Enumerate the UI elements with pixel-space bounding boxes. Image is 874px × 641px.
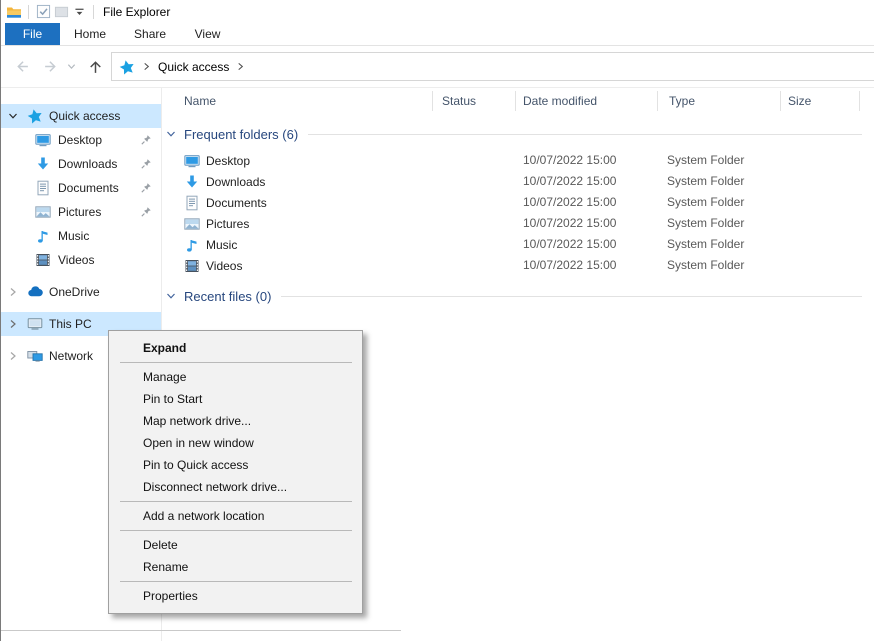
column-header-size[interactable]: Size xyxy=(788,94,811,108)
chevron-right-icon[interactable] xyxy=(8,287,18,297)
file-row-pictures[interactable]: Pictures 10/07/2022 15:00 System Folder xyxy=(162,213,874,234)
menu-separator xyxy=(120,501,352,502)
breadcrumb-chevron-icon[interactable] xyxy=(236,60,245,74)
address-bar[interactable]: Quick access xyxy=(111,52,874,81)
videos-icon xyxy=(35,252,51,268)
menu-item-open-in-new-window[interactable]: Open in new window xyxy=(109,432,362,454)
sidebar-item-downloads[interactable]: Downloads xyxy=(1,152,161,176)
window-bottom-edge xyxy=(1,630,401,631)
sidebar-item-quick-access[interactable]: Quick access xyxy=(1,104,161,128)
this-pc-icon xyxy=(27,316,43,332)
onedrive-icon xyxy=(27,284,43,300)
menu-item-properties[interactable]: Properties xyxy=(109,585,362,607)
tab-home[interactable]: Home xyxy=(60,23,120,45)
sidebar-item-videos[interactable]: Videos xyxy=(1,248,161,272)
window-title: File Explorer xyxy=(103,5,170,19)
tab-file[interactable]: File xyxy=(5,23,60,45)
tab-view[interactable]: View xyxy=(180,23,235,45)
chevron-down-icon[interactable] xyxy=(8,111,18,121)
group-header-recent-files[interactable]: Recent files (0) xyxy=(162,286,874,306)
pin-icon xyxy=(139,181,153,195)
file-row-videos[interactable]: Videos 10/07/2022 15:00 System Folder xyxy=(162,255,874,276)
tab-share[interactable]: Share xyxy=(120,23,180,45)
explorer-logo-icon xyxy=(5,3,23,21)
sidebar-item-documents[interactable]: Documents xyxy=(1,176,161,200)
properties-check-icon[interactable] xyxy=(34,3,52,21)
ribbon-tab-bar: File Home Share View xyxy=(1,23,874,46)
file-row-music[interactable]: Music 10/07/2022 15:00 System Folder xyxy=(162,234,874,255)
menu-item-map-network-drive[interactable]: Map network drive... xyxy=(109,410,362,432)
sidebar-item-onedrive[interactable]: OneDrive xyxy=(1,280,161,304)
column-resize-handle[interactable] xyxy=(432,91,433,111)
qat-dropdown-icon[interactable] xyxy=(70,3,88,21)
column-resize-handle[interactable] xyxy=(515,91,516,111)
pictures-icon xyxy=(184,216,200,232)
column-header-row: Name Status Date modified Type Size xyxy=(162,88,874,114)
menu-item-pin-to-quick-access[interactable]: Pin to Quick access xyxy=(109,454,362,476)
menu-item-expand[interactable]: Expand xyxy=(109,337,362,359)
back-arrow-icon[interactable] xyxy=(11,56,31,76)
menu-item-delete[interactable]: Delete xyxy=(109,534,362,556)
sidebar-item-pictures[interactable]: Pictures xyxy=(1,200,161,224)
pin-icon xyxy=(139,205,153,219)
up-arrow-icon[interactable] xyxy=(85,56,105,76)
pictures-icon xyxy=(35,204,51,220)
music-icon xyxy=(35,228,51,244)
column-header-date-modified[interactable]: Date modified xyxy=(523,94,597,108)
history-dropdown-icon[interactable] xyxy=(65,56,77,76)
menu-separator xyxy=(120,362,352,363)
quick-access-star-icon xyxy=(27,108,43,124)
menu-item-rename[interactable]: Rename xyxy=(109,556,362,578)
documents-icon xyxy=(35,180,51,196)
sidebar-item-music[interactable]: Music xyxy=(1,224,161,248)
chevron-down-icon xyxy=(166,291,176,301)
downloads-icon xyxy=(184,174,200,190)
column-resize-handle[interactable] xyxy=(657,91,658,111)
column-resize-handle[interactable] xyxy=(780,91,781,111)
group-rule xyxy=(308,134,862,135)
file-row-desktop[interactable]: Desktop 10/07/2022 15:00 System Folder xyxy=(162,150,874,171)
column-header-name[interactable]: Name xyxy=(184,94,216,108)
pin-icon xyxy=(139,157,153,171)
context-menu: Expand Manage Pin to Start Map network d… xyxy=(108,330,363,614)
chevron-right-icon[interactable] xyxy=(8,319,18,329)
column-header-type[interactable]: Type xyxy=(669,94,695,108)
documents-icon xyxy=(184,195,200,211)
file-explorer-window: File Explorer File Home Share View Quic xyxy=(0,0,874,641)
navigation-bar: Quick access xyxy=(1,46,874,88)
desktop-icon xyxy=(35,132,51,148)
breadcrumb-location[interactable]: Quick access xyxy=(158,60,229,74)
qat-separator xyxy=(93,5,94,19)
title-bar: File Explorer xyxy=(1,0,874,23)
pin-icon xyxy=(139,133,153,147)
sidebar-item-desktop[interactable]: Desktop xyxy=(1,128,161,152)
file-row-downloads[interactable]: Downloads 10/07/2022 15:00 System Folder xyxy=(162,171,874,192)
quick-access-star-icon xyxy=(119,59,135,75)
music-icon xyxy=(184,237,200,253)
qat-separator xyxy=(28,5,29,19)
menu-separator xyxy=(120,530,352,531)
menu-separator xyxy=(120,581,352,582)
chevron-down-icon xyxy=(166,129,176,139)
menu-item-manage[interactable]: Manage xyxy=(109,366,362,388)
frequent-folders-list: Desktop 10/07/2022 15:00 System Folder D… xyxy=(162,150,874,276)
group-header-frequent-folders[interactable]: Frequent folders (6) xyxy=(162,124,874,144)
new-folder-icon[interactable] xyxy=(52,3,70,21)
menu-item-disconnect-network-drive[interactable]: Disconnect network drive... xyxy=(109,476,362,498)
menu-item-add-a-network-location[interactable]: Add a network location xyxy=(109,505,362,527)
menu-item-pin-to-start[interactable]: Pin to Start xyxy=(109,388,362,410)
desktop-icon xyxy=(184,153,200,169)
breadcrumb-chevron-icon[interactable] xyxy=(142,60,151,74)
file-row-documents[interactable]: Documents 10/07/2022 15:00 System Folder xyxy=(162,192,874,213)
videos-icon xyxy=(184,258,200,274)
column-resize-handle[interactable] xyxy=(859,91,860,111)
network-icon xyxy=(27,348,43,364)
forward-arrow-icon[interactable] xyxy=(41,56,61,76)
group-rule xyxy=(281,296,862,297)
chevron-right-icon[interactable] xyxy=(8,351,18,361)
downloads-icon xyxy=(35,156,51,172)
column-header-status[interactable]: Status xyxy=(442,94,476,108)
